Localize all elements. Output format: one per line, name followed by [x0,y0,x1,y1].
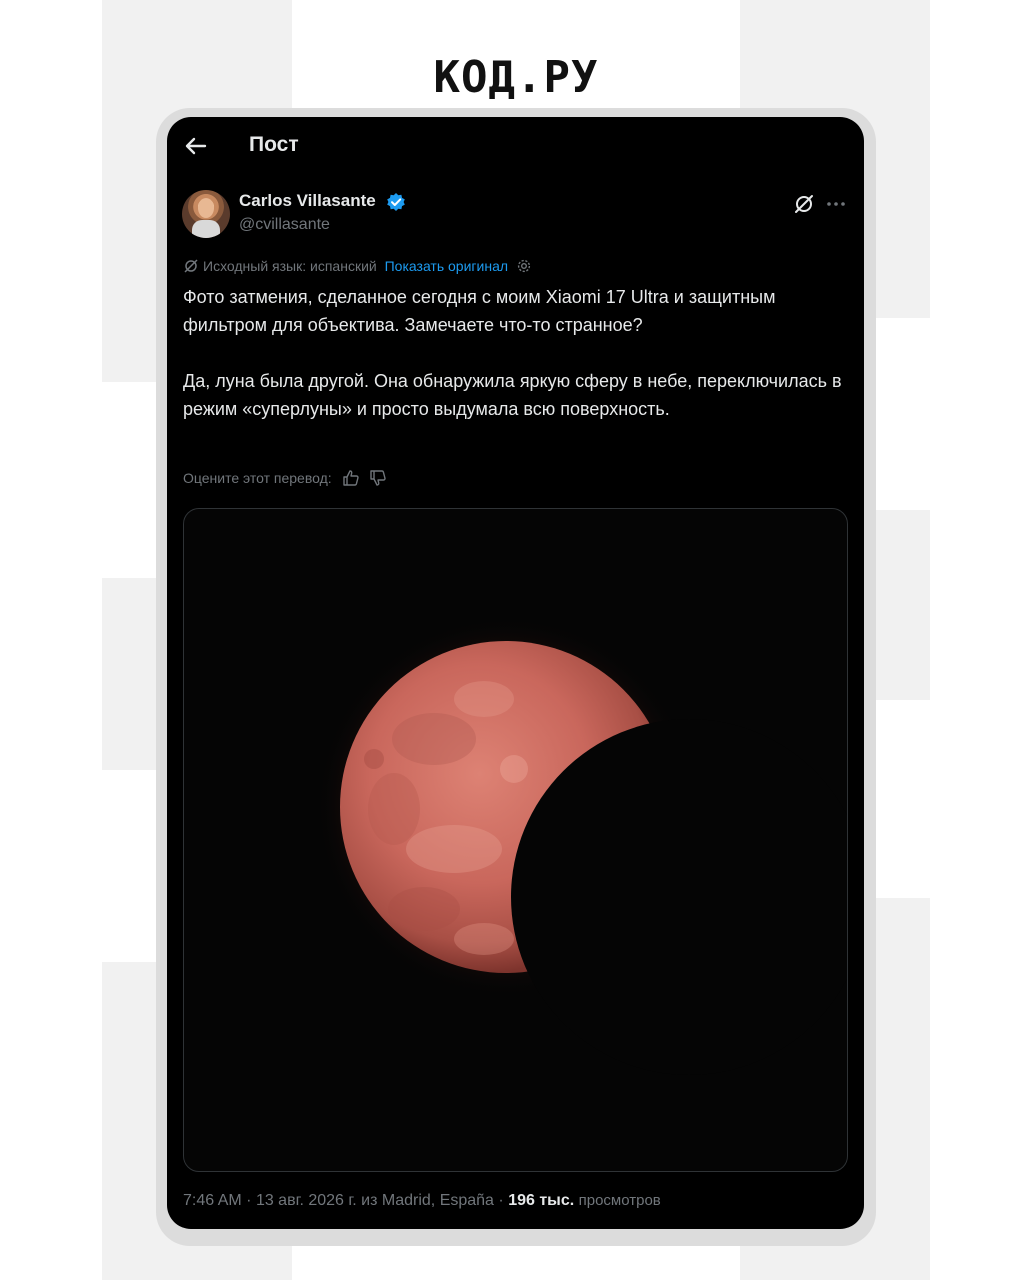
avatar-shirt [192,220,220,238]
translation-info: Исходный язык: испанский Показать оригин… [183,258,536,278]
page-title: Пост [249,133,299,156]
more-options-icon[interactable] [825,193,847,215]
show-original-link[interactable]: Показать оригинал [385,258,508,274]
rate-translation: Оцените этот перевод: [183,469,387,487]
thumbs-down-icon[interactable] [369,469,387,487]
post-location: из Madrid, España [361,1192,494,1209]
gear-icon[interactable] [516,258,532,274]
post-image-eclipse[interactable] [183,508,848,1172]
arrow-left-icon [185,137,207,155]
author-name[interactable]: Carlos Villasante [239,191,376,211]
post-paragraph: Фото затмения, сделанное сегодня с моим … [183,287,776,335]
avatar[interactable] [182,190,230,238]
post-text: Фото затмения, сделанное сегодня с моим … [183,283,848,423]
rate-translation-label: Оцените этот перевод: [183,470,332,486]
top-bar: Пост [167,117,864,173]
avatar-head [198,198,214,218]
post-meta: 7:46 AM · 13 авг. 2026 г. из Madrid, Esp… [183,1192,661,1210]
author-handle[interactable]: @cvillasante [239,216,330,234]
thumbs-up-icon[interactable] [342,469,360,487]
grok-translate-icon [184,259,198,273]
meta-separator: · [246,1192,256,1209]
post-screen: Пост Carlos Villasante @cvillasante Исхо… [167,117,864,1229]
source-language-label: Исходный язык: испанский [203,258,377,274]
views-label: просмотров [578,1192,661,1209]
grok-icon[interactable] [793,193,815,215]
back-button[interactable] [181,131,211,161]
post-date[interactable]: 13 авг. 2026 г. [256,1192,357,1209]
verified-badge-icon[interactable] [386,192,406,212]
brand-logo: КОД.РУ [433,52,599,103]
post-paragraph: Да, луна была другой. Она обнаружила ярк… [183,371,842,419]
eclipse-photo [316,617,847,1075]
post-time[interactable]: 7:46 AM [183,1192,242,1209]
meta-separator: · [498,1192,509,1209]
views-count: 196 тыс. [508,1192,575,1209]
